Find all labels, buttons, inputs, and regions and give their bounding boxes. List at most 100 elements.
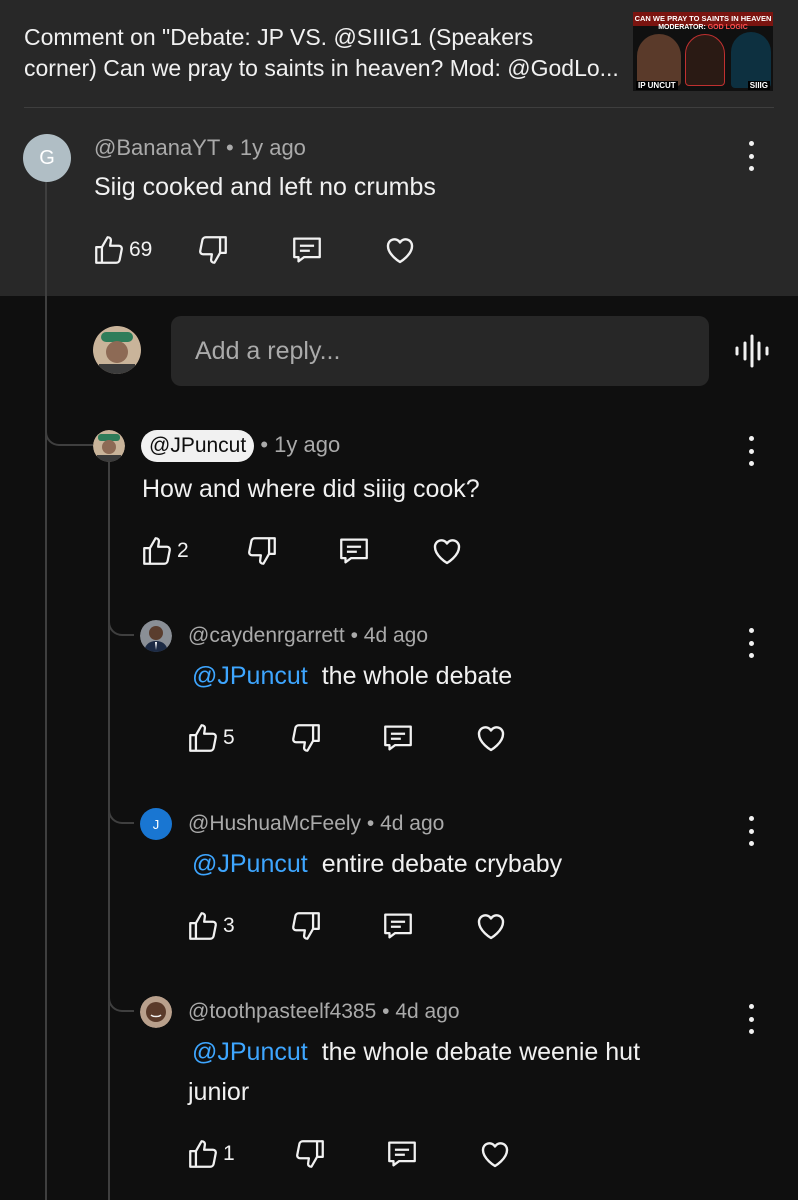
comment-meta: @caydenrgarrett • 4d ago [188, 624, 428, 648]
comment-text: How and where did siiig cook? [142, 475, 480, 503]
dislike-button[interactable] [289, 909, 323, 943]
thumbnail-label-left: IP UNCUT [636, 81, 678, 90]
mention-link[interactable]: @JPuncut [192, 662, 308, 690]
avatar[interactable]: J [140, 808, 172, 840]
comment-text-line-1: @JPuncut the whole debate weenie hut [188, 1032, 640, 1072]
mention-link[interactable]: @JPuncut [192, 850, 308, 878]
comment-meta: @HushuaMcFeely • 4d ago [188, 812, 444, 836]
like-count: 1 [223, 1142, 235, 1165]
avatar[interactable]: G [23, 134, 71, 182]
meta-separator: • [350, 624, 358, 647]
heart-icon [433, 539, 460, 565]
reply-button[interactable] [290, 233, 324, 267]
reply-button[interactable] [381, 909, 415, 943]
thumbs-up-icon [143, 537, 171, 565]
reply-placeholder: Add a reply... [195, 336, 341, 365]
thumbs-up-icon [189, 912, 217, 940]
meta-separator: • [366, 812, 375, 835]
thumbnail-person-right [731, 32, 771, 88]
avatar-letter: J [152, 816, 160, 832]
video-thumbnail[interactable]: CAN WE PRAY TO SAINTS IN HEAVEN MODERATO… [633, 12, 773, 91]
thumbs-down-icon [247, 537, 276, 565]
comment-text: Siig cooked and left no crumbs [94, 173, 436, 201]
dislike-button[interactable] [245, 534, 279, 568]
heart-button[interactable] [473, 720, 509, 756]
like-count: 2 [177, 539, 189, 562]
like-button[interactable]: 69 [92, 233, 152, 267]
voice-input-button[interactable] [734, 333, 770, 369]
current-user-avatar [93, 326, 141, 374]
mention-link[interactable]: @JPuncut [192, 1038, 308, 1066]
comment-author[interactable]: @HushuaMcFeely [188, 812, 361, 835]
like-count: 3 [223, 914, 235, 937]
thumbs-down-icon [291, 912, 320, 940]
comment-meta: @JPuncut • 1y ago [141, 430, 340, 462]
reply-input[interactable]: Add a reply... [171, 316, 709, 386]
comment-time: 1y ago [274, 432, 341, 457]
comment-meta: @toothpasteelf4385 • 4d ago [188, 1000, 460, 1024]
comment-actions: 5 [186, 718, 509, 758]
more-vert-icon[interactable] [746, 436, 756, 466]
reply-icon [293, 237, 322, 263]
dislike-button[interactable] [293, 1137, 327, 1171]
reply-button[interactable] [385, 1137, 419, 1171]
like-button[interactable]: 2 [140, 534, 189, 568]
thumbs-down-icon [199, 236, 228, 264]
thumbnail-person-middle [685, 34, 725, 86]
heart-button[interactable] [382, 232, 418, 268]
like-button[interactable]: 3 [186, 909, 235, 943]
comment-meta: @BananaYT • 1y ago [94, 135, 306, 161]
like-button[interactable]: 1 [186, 1137, 235, 1171]
comment-text: @JPuncut the whole debate [192, 656, 512, 696]
comment-actions: 2 [140, 531, 465, 571]
voice-input-icon [735, 334, 769, 368]
thread-connector [108, 800, 134, 824]
reply-button[interactable] [381, 721, 415, 755]
heart-icon [477, 914, 504, 940]
reply-icon [387, 1141, 416, 1167]
thumbnail-person-left [637, 34, 681, 86]
like-count: 69 [129, 238, 153, 261]
comment-author[interactable]: @BananaYT [94, 135, 220, 160]
comment-author-creator[interactable]: @JPuncut [141, 430, 255, 462]
meta-separator: • [226, 135, 234, 160]
like-button[interactable]: 5 [186, 721, 235, 755]
heart-button[interactable] [429, 533, 465, 569]
avatar-letter: G [39, 146, 55, 169]
reply-button[interactable] [337, 534, 371, 568]
comment-time: 4d ago [363, 624, 429, 647]
thread-connector [108, 988, 134, 1012]
comment-time: 4d ago [380, 812, 445, 835]
thread-connector [108, 612, 134, 636]
more-vert-icon[interactable] [746, 628, 756, 658]
more-vert-icon[interactable] [746, 816, 756, 846]
comment-actions: 1 [186, 1134, 513, 1174]
title-line-1: Comment on "Debate: JP VS. @SIIIG1 (Spea… [24, 24, 534, 50]
comment-text-line-2: junior [188, 1078, 250, 1106]
more-vert-icon[interactable] [746, 141, 756, 171]
reply-icon [383, 913, 412, 939]
avatar[interactable] [140, 996, 172, 1028]
avatar[interactable] [93, 430, 125, 462]
comment-text: @JPuncut the whole debate weenie hut juni… [188, 1032, 640, 1112]
header-divider [24, 107, 774, 108]
comment-author[interactable]: @caydenrgarrett [188, 624, 345, 647]
like-count: 5 [223, 726, 235, 749]
comment-text: @JPuncut entire debate crybaby [192, 844, 562, 884]
page-title[interactable]: Comment on "Debate: JP VS. @SIIIG1 (Spea… [24, 22, 624, 84]
dislike-button[interactable] [289, 721, 323, 755]
heart-button[interactable] [477, 1136, 513, 1172]
meta-separator: • [260, 432, 269, 457]
thread-connector [45, 418, 93, 446]
heart-button[interactable] [473, 908, 509, 944]
thumbnail-moderator: MODERATOR: GOD LOGIC [658, 24, 748, 31]
dislike-button[interactable] [196, 233, 230, 267]
reply-icon [339, 538, 368, 564]
comment-time: 4d ago [395, 1000, 460, 1023]
heart-icon [477, 726, 504, 752]
comment-author[interactable]: @toothpasteelf4385 [188, 1000, 376, 1023]
avatar[interactable] [140, 620, 172, 652]
more-vert-icon[interactable] [746, 1004, 756, 1034]
thread-line-main [45, 178, 47, 1200]
thumbs-up-icon [189, 1140, 217, 1168]
